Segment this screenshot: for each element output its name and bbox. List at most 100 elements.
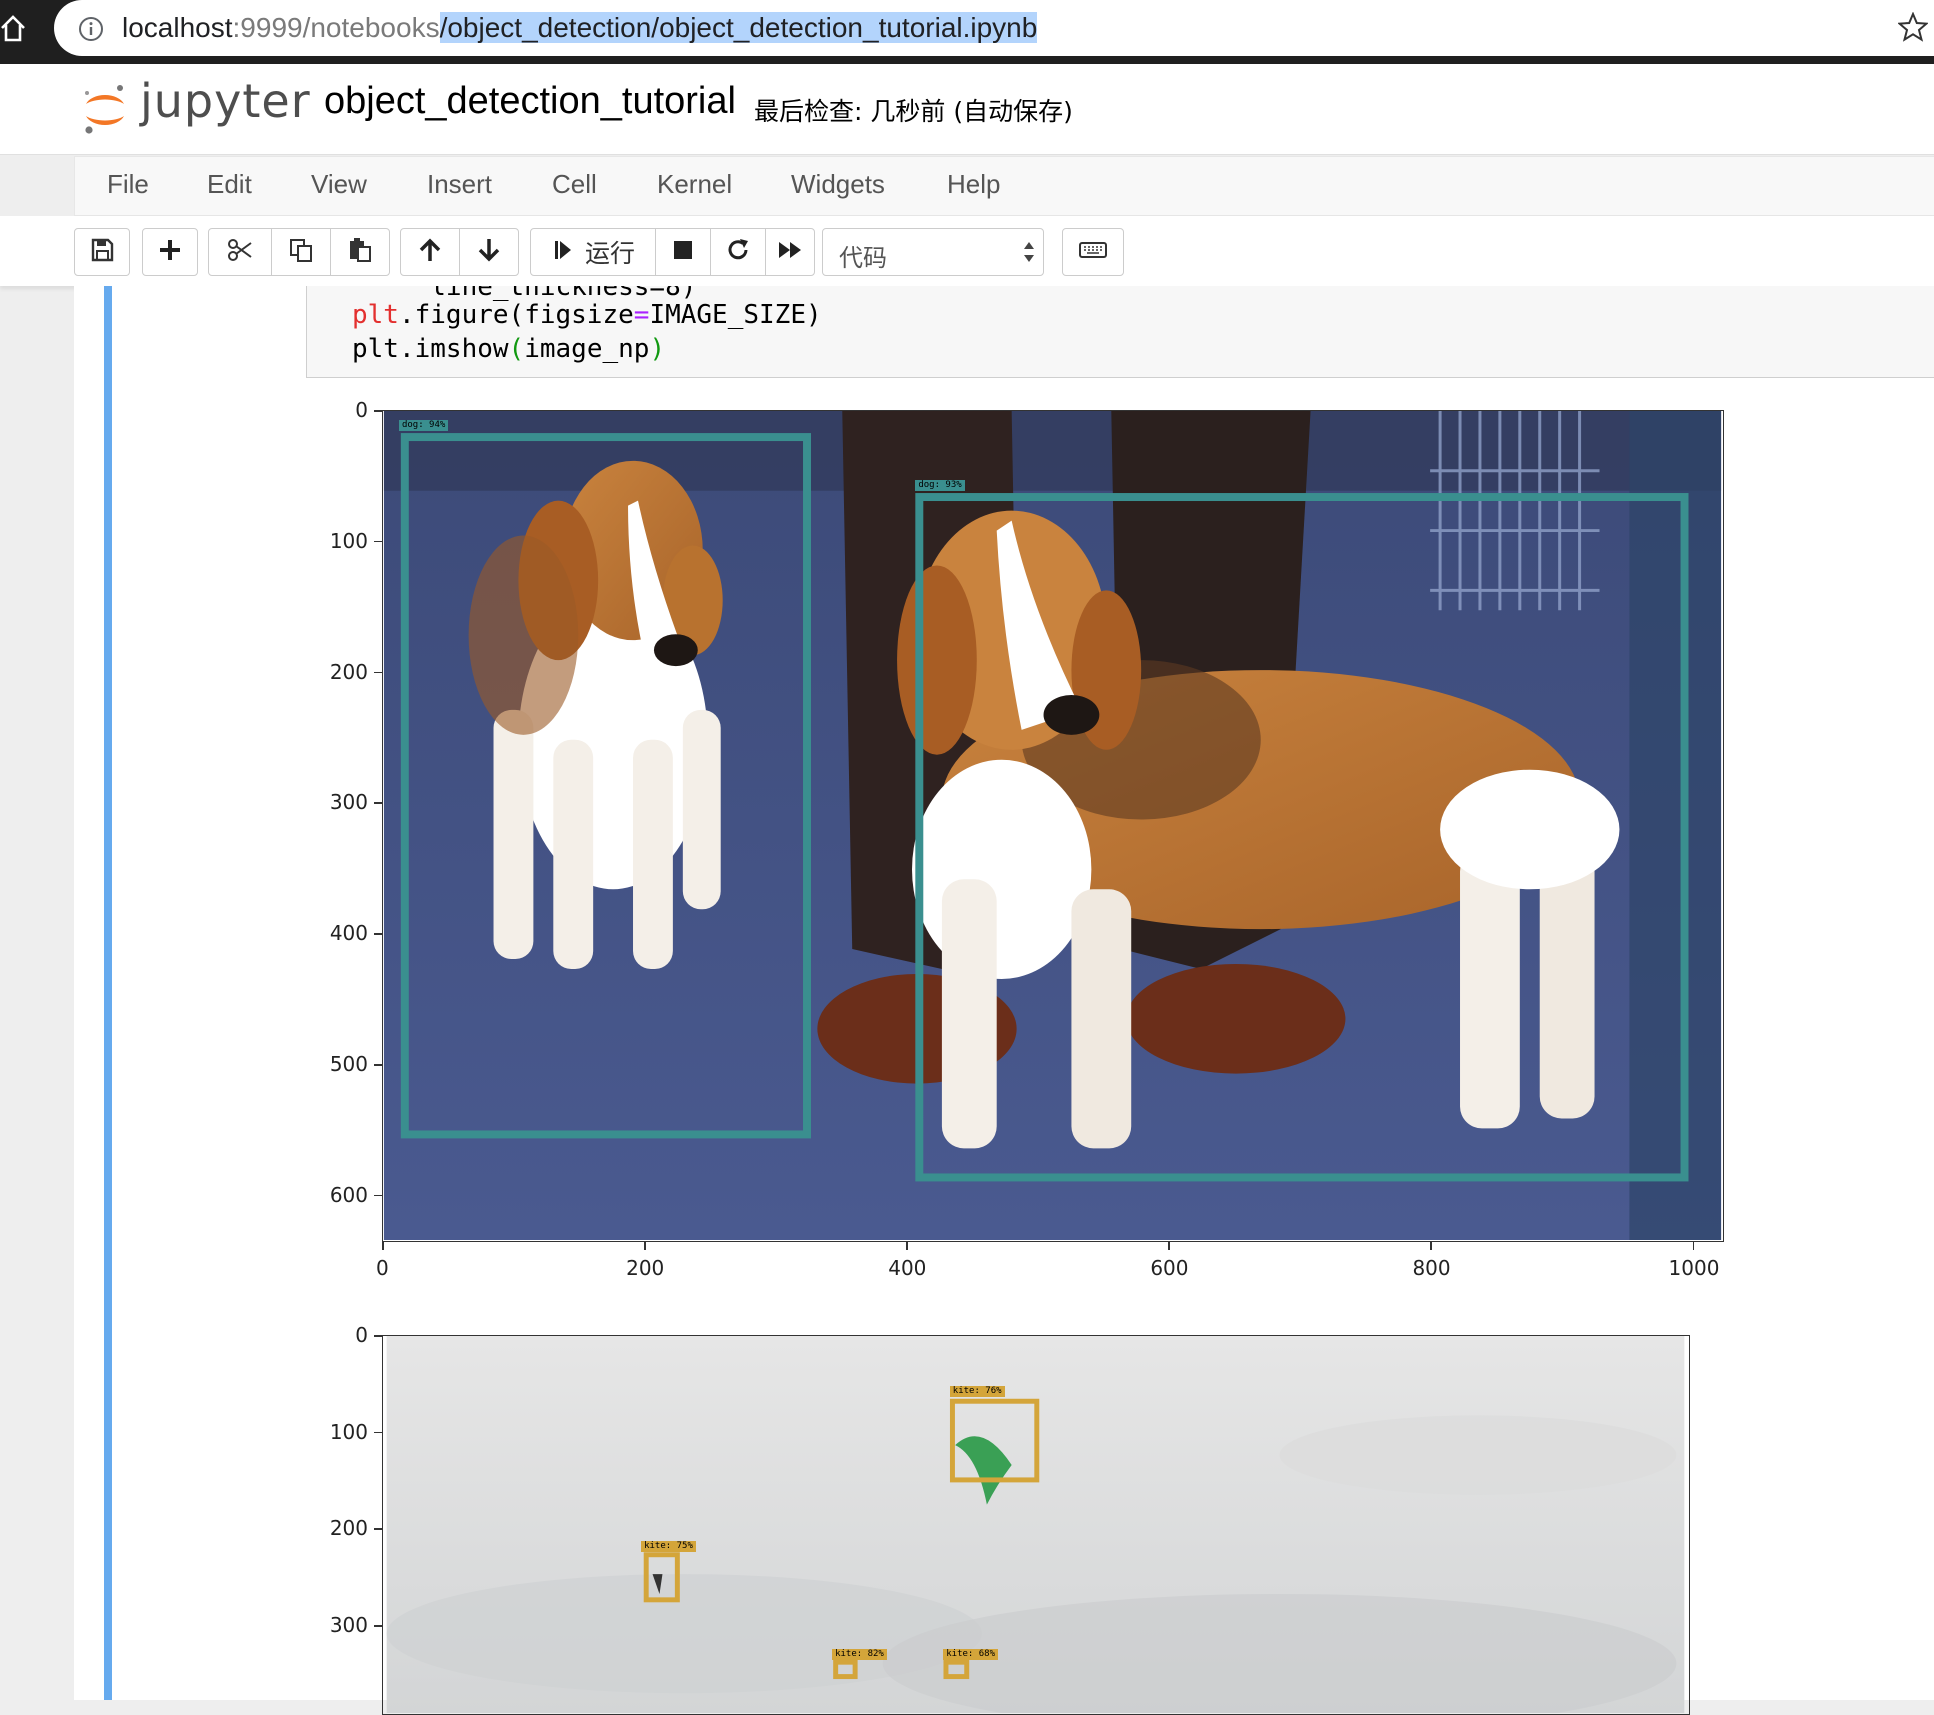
- x-tick-label: 800: [1412, 1256, 1451, 1280]
- interrupt-button[interactable]: [655, 228, 711, 276]
- arrow-down-icon: [476, 237, 502, 268]
- url-field[interactable]: localhost:9999/notebooks/object_detectio…: [54, 0, 1934, 56]
- menu-cell[interactable]: Cell: [552, 169, 597, 200]
- restart-kernel-button[interactable]: [710, 228, 766, 276]
- run-label: 运行: [584, 239, 635, 268]
- kites-scene: [386, 1336, 1685, 1713]
- code-token: IMAGE_SIZE): [649, 300, 822, 330]
- y-tick-label: 100: [329, 528, 368, 553]
- move-down-button[interactable]: [459, 228, 519, 276]
- url-text[interactable]: localhost:9999/notebooks/object_detectio…: [122, 10, 1038, 46]
- cell-type-value: 代码: [839, 244, 887, 272]
- x-tick-label: 200: [626, 1256, 665, 1280]
- detection-label: kite: 76%: [949, 1386, 1005, 1398]
- x-tick-label: 1000: [1668, 1256, 1720, 1280]
- y-tick-mark: [374, 1194, 382, 1197]
- cell-type-select[interactable]: 代码: [822, 228, 1044, 276]
- code-token: .figure(figsize: [398, 300, 634, 330]
- y-tick-mark: [374, 1335, 382, 1337]
- jupyter-logo-text[interactable]: jupyter: [140, 74, 311, 128]
- x-tick-mark: [906, 1242, 908, 1250]
- menu-file[interactable]: File: [107, 169, 149, 200]
- save-icon: [89, 237, 115, 268]
- menu-insert[interactable]: Insert: [427, 169, 492, 200]
- dogs-scene: [383, 411, 1722, 1240]
- y-tick-label: 400: [329, 921, 368, 946]
- x-tick-mark: [1430, 1242, 1432, 1250]
- code-token: =: [633, 300, 650, 330]
- info-icon[interactable]: [78, 16, 104, 42]
- y-tick-mark: [374, 540, 382, 543]
- move-up-button[interactable]: [400, 228, 460, 276]
- code-token: plt.imshow: [352, 334, 509, 364]
- code-token: plt: [352, 300, 399, 330]
- code-token: ): [649, 334, 666, 364]
- output-image-kites: [382, 1335, 1690, 1715]
- y-tick-label: 500: [329, 1052, 368, 1077]
- x-tick-label: 600: [1150, 1256, 1189, 1280]
- selected-cell-indicator: [104, 286, 112, 1700]
- code-line-2: plt.imshow(image_np): [352, 334, 665, 364]
- paste-button[interactable]: [330, 228, 390, 276]
- y-tick-label: 600: [329, 1182, 368, 1207]
- star-icon[interactable]: [1896, 11, 1930, 42]
- menu-edit[interactable]: Edit: [207, 169, 252, 200]
- notebook-title[interactable]: object_detection_tutorial: [324, 80, 736, 123]
- y-tick-label: 0: [355, 398, 368, 422]
- detection-label: kite: 68%: [943, 1649, 999, 1661]
- keyboard-icon: [1078, 237, 1108, 268]
- y-tick-mark: [374, 1528, 382, 1530]
- y-tick-label: 100: [329, 1419, 368, 1444]
- url-host: localhost: [122, 12, 233, 43]
- x-tick-label: 400: [888, 1256, 927, 1280]
- y-tick-mark: [374, 933, 382, 935]
- scissors-icon: [227, 237, 253, 268]
- output-image-dogs: [382, 410, 1724, 1242]
- cut-button[interactable]: [208, 228, 272, 276]
- x-tick-mark: [1168, 1242, 1170, 1250]
- plus-icon: [157, 237, 183, 268]
- fast-forward-icon: [777, 237, 803, 268]
- insert-cell-button[interactable]: [142, 228, 198, 276]
- run-button[interactable]: 运行: [530, 228, 656, 276]
- select-arrows-icon: [1023, 239, 1035, 265]
- y-tick-label: 200: [329, 659, 368, 684]
- copy-button[interactable]: [271, 228, 331, 276]
- arrow-up-icon: [417, 237, 443, 268]
- y-tick-label: 200: [329, 1516, 368, 1541]
- detection-label: dog: 93%: [915, 480, 965, 492]
- jupyter-logo-icon[interactable]: [80, 80, 130, 138]
- copy-icon: [288, 237, 314, 268]
- menu-widgets[interactable]: Widgets: [791, 169, 885, 200]
- code-line-1: plt.figure(figsize=IMAGE_SIZE): [352, 300, 822, 330]
- y-tick-mark: [374, 671, 382, 674]
- x-tick-label: 0: [376, 1256, 389, 1280]
- paste-icon: [347, 237, 373, 268]
- browser-address-bar: localhost:9999/notebooks/object_detectio…: [0, 0, 1934, 64]
- menu-help[interactable]: Help: [947, 169, 1000, 200]
- y-tick-mark: [374, 1625, 382, 1627]
- detection-label: dog: 94%: [398, 420, 449, 432]
- code-cell-input[interactable]: line_thickness=8) plt.figure(figsize=IMA…: [306, 286, 1934, 378]
- autosave-status: 最后检查: 几秒前 (自动保存): [754, 97, 1073, 126]
- home-icon[interactable]: [0, 12, 26, 44]
- y-tick-mark: [374, 802, 382, 804]
- menu-view[interactable]: View: [311, 169, 367, 200]
- y-tick-mark: [374, 1064, 382, 1066]
- save-button[interactable]: [74, 228, 130, 276]
- y-tick-label: 0: [355, 1323, 368, 1347]
- detection-label: kite: 75%: [641, 1540, 696, 1552]
- y-tick-mark: [374, 1431, 382, 1434]
- menu-kernel[interactable]: Kernel: [657, 169, 732, 200]
- run-icon: [551, 237, 577, 268]
- restart-run-all-button[interactable]: [765, 228, 815, 276]
- x-tick-mark: [644, 1242, 646, 1250]
- y-tick-mark: [374, 410, 382, 412]
- menu-bar: File Edit View Insert Cell Kernel Widget…: [74, 156, 1934, 216]
- detection-label: kite: 82%: [832, 1649, 887, 1661]
- command-palette-button[interactable]: [1062, 228, 1124, 276]
- url-selected-path: /object_detection/object_detection_tutor…: [439, 12, 1038, 43]
- y-tick-label: 300: [329, 1613, 368, 1638]
- url-port-path: :9999/notebooks: [232, 12, 440, 43]
- code-token: image_np: [524, 334, 650, 364]
